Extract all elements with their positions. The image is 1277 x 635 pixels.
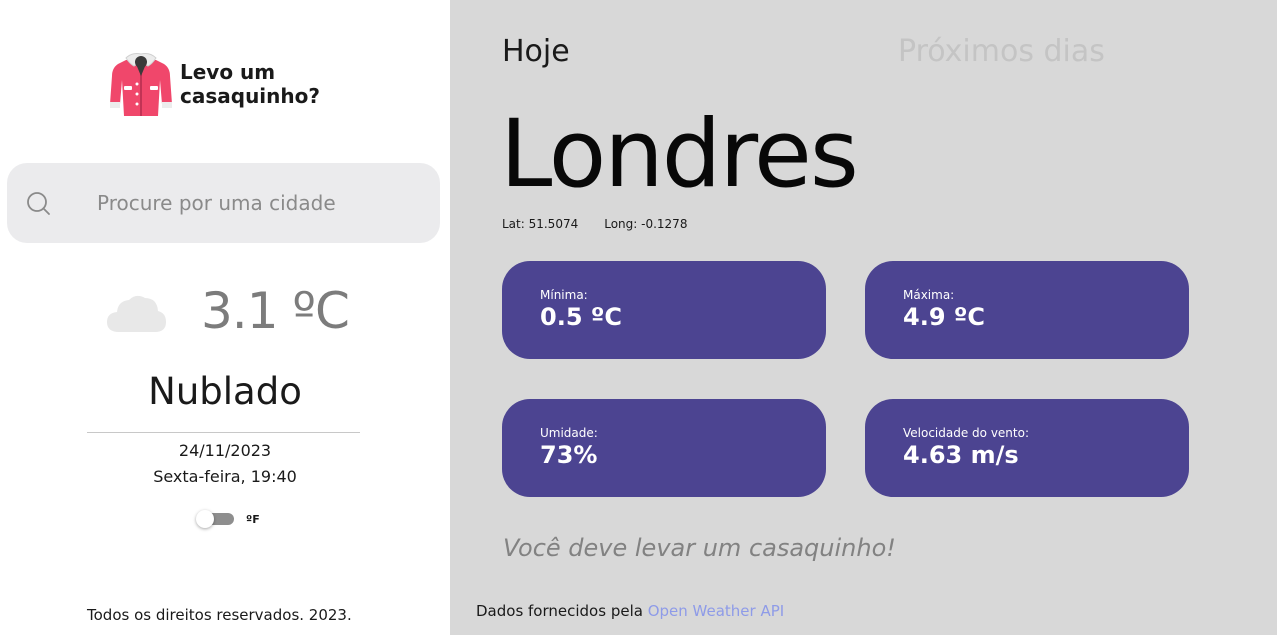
- current-date: 24/11/2023: [178, 441, 272, 460]
- current-temperature-row: 3.1 ºC: [105, 280, 365, 350]
- stat-card-max: Máxima: 4.9 ºC: [865, 261, 1189, 359]
- main-panel: Hoje Próximos dias Londres Lat: 51.5074 L…: [450, 0, 1277, 635]
- search-icon[interactable]: [25, 190, 53, 222]
- cloud-icon: [105, 292, 167, 338]
- stat-value: 0.5 ºC: [540, 303, 623, 331]
- open-weather-link[interactable]: Open Weather API: [648, 602, 785, 620]
- weather-condition: Nublado: [148, 370, 302, 413]
- current-temperature: 3.1 ºC: [201, 282, 350, 340]
- stat-label: Umidade:: [540, 426, 598, 440]
- unit-label: ºF: [246, 513, 260, 526]
- stat-value: 4.63 m/s: [903, 441, 1019, 469]
- toggle-knob[interactable]: [196, 510, 214, 528]
- current-weekday-time: Sexta-feira, 19:40: [153, 467, 297, 486]
- coat-icon: [110, 53, 172, 116]
- latitude: Lat: 51.5074: [502, 217, 579, 231]
- app-title: Levo um casaquinho?: [180, 60, 320, 108]
- credits: Dados fornecidos pela Open Weather API: [476, 602, 784, 620]
- stat-label: Mínima:: [540, 288, 588, 302]
- coat-advice: Você deve levar um casaquinho!: [503, 534, 896, 562]
- copyright: Todos os direitos reservados. 2023.: [87, 606, 352, 624]
- search-box[interactable]: [7, 163, 440, 243]
- stat-value: 4.9 ºC: [903, 303, 986, 331]
- search-input[interactable]: [97, 183, 417, 223]
- stat-label: Máxima:: [903, 288, 955, 302]
- stat-card-min: Mínima: 0.5 ºC: [502, 261, 826, 359]
- stat-label: Velocidade do vento:: [903, 426, 1030, 440]
- city-name: Londres: [500, 100, 859, 209]
- logo: Levo um casaquinho?: [108, 50, 348, 120]
- stat-value: 73%: [540, 441, 598, 469]
- tab-today[interactable]: Hoje: [502, 34, 570, 69]
- coordinates: Lat: 51.5074 Long: -0.1278: [502, 217, 713, 231]
- credits-prefix: Dados fornecidos pela: [476, 602, 643, 620]
- longitude: Long: -0.1278: [604, 217, 688, 231]
- tab-next-days[interactable]: Próximos dias: [898, 34, 1105, 69]
- sidebar: Levo um casaquinho? 3.1 ºC Nublado 24/11…: [0, 0, 450, 635]
- unit-toggle[interactable]: [196, 510, 234, 528]
- divider: [87, 432, 360, 433]
- stat-card-wind: Velocidade do vento: 4.63 m/s: [865, 399, 1189, 497]
- stat-card-humidity: Umidade: 73%: [502, 399, 826, 497]
